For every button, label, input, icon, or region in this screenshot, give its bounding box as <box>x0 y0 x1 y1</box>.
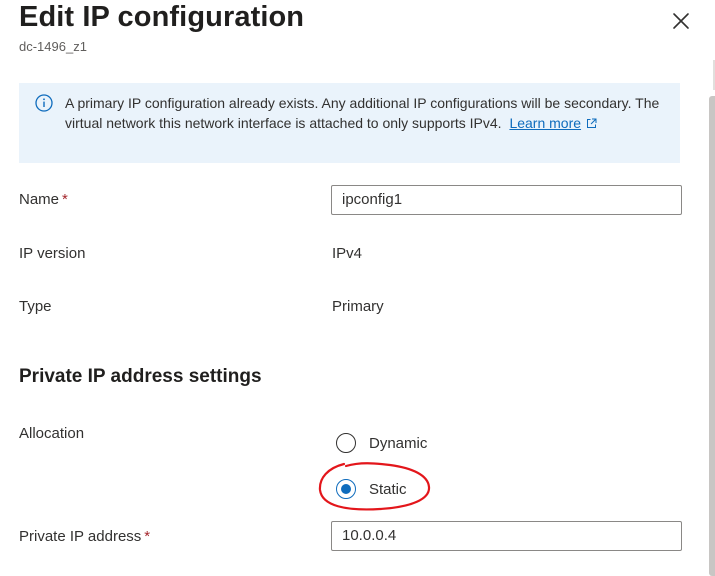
close-icon <box>673 13 689 29</box>
learn-more-label: Learn more <box>509 115 582 131</box>
radio-label-static: Static <box>369 480 407 498</box>
edit-ip-configuration-panel: Edit IP configuration dc-1496_z1 A prima… <box>0 0 715 576</box>
type-value: Primary <box>332 298 384 315</box>
info-message-bar: A primary IP configuration already exist… <box>19 83 680 163</box>
name-label: Name * <box>19 191 68 208</box>
radio-circle[interactable] <box>336 433 356 453</box>
close-button[interactable] <box>668 8 694 34</box>
private-ip-address-label: Private IP address * <box>19 528 150 545</box>
page-subtitle: dc-1496_z1 <box>19 39 87 54</box>
private-ip-address-input[interactable]: 10.0.0.4 <box>331 521 682 551</box>
required-marker: * <box>62 191 68 208</box>
ip-version-value: IPv4 <box>332 245 363 262</box>
ip-version-label: IP version <box>19 245 86 262</box>
name-label-text: Name <box>19 191 60 208</box>
allocation-label: Allocation <box>19 425 85 442</box>
radio-label-dynamic: Dynamic <box>369 434 428 452</box>
page-title: Edit IP configuration <box>19 1 305 33</box>
private-ip-address-label-text: Private IP address <box>19 528 142 545</box>
learn-more-link[interactable]: Learn more <box>509 115 581 131</box>
type-label: Type <box>19 298 52 315</box>
name-input[interactable]: ipconfig1 <box>331 185 682 215</box>
allocation-radio-static[interactable]: Static <box>336 477 407 501</box>
radio-circle-selected[interactable] <box>336 479 356 499</box>
section-title-private-ip: Private IP address settings <box>19 366 262 387</box>
external-link-icon <box>587 118 597 128</box>
info-icon <box>35 94 53 112</box>
scrollbar-thumb[interactable] <box>709 96 715 576</box>
required-marker: * <box>144 528 151 545</box>
allocation-radio-dynamic[interactable]: Dynamic <box>336 431 427 455</box>
